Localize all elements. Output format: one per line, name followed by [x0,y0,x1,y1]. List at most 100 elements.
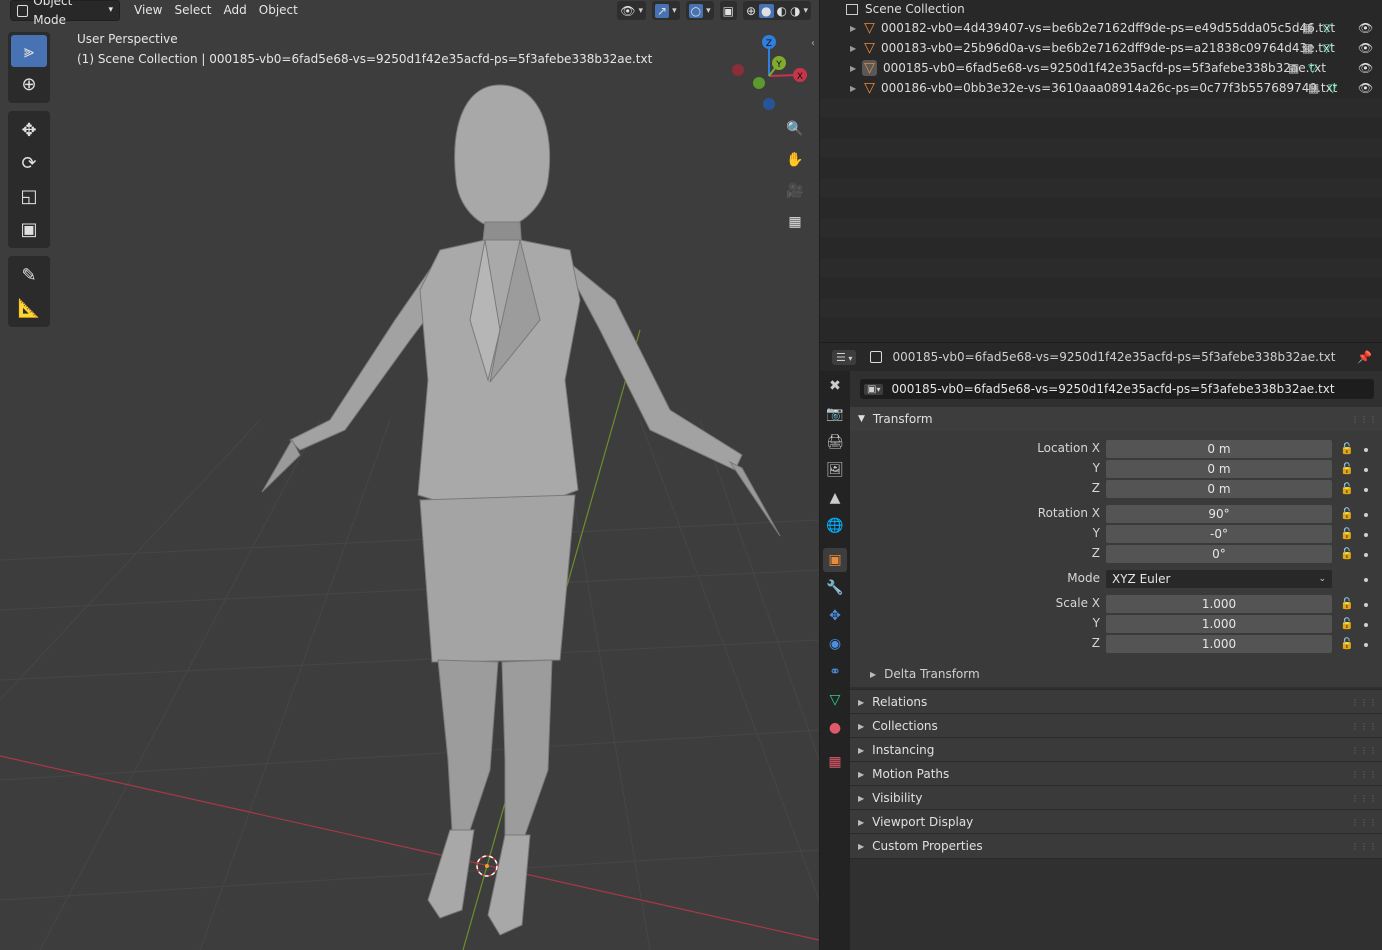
tab-particles[interactable]: ✥ [823,604,847,628]
modifier-icon[interactable]: ▦ [1308,81,1319,95]
zoom-button[interactable]: 🔍 [782,116,808,142]
keyframe-dot[interactable] [1364,488,1368,492]
measure-tool[interactable]: 📐 [11,292,47,324]
tab-tool[interactable]: ✖ [823,374,847,398]
object-data-dropdown[interactable]: ▣▾ [864,383,884,395]
location-z-field[interactable]: 0 m [1106,480,1332,498]
3d-viewport[interactable]: Z X Y Object Mode ▾ View Select Add Obje… [0,0,819,950]
rotation-x-field[interactable]: 90° [1106,505,1332,523]
lock-icon[interactable]: 🔓 [1340,507,1354,520]
tab-view-layer[interactable]: 🖼 [823,458,847,482]
solid-shading-icon[interactable]: ● [759,3,774,18]
drag-handle-icon[interactable]: ⋮⋮⋮ [1351,698,1378,707]
lock-icon[interactable]: 🔓 [1340,637,1354,650]
editor-type-dropdown[interactable]: ☰ ▾ [832,349,857,365]
tab-world[interactable]: 🌐 [823,514,847,538]
rotation-z-field[interactable]: 0° [1106,545,1332,563]
tab-physics[interactable]: ◉ [823,632,847,656]
outliner-item[interactable]: ▶ ▽ 000182-vb0=4d439407-vs=be6b2e7162dff… [820,18,1382,38]
mode-dropdown[interactable]: Object Mode ▾ [10,0,120,27]
rotation-mode-dropdown[interactable]: XYZ Euler ⌄ [1106,570,1332,588]
shading-modes[interactable]: ⊕ ● ◐ ◑ ▾ [742,1,811,20]
camera-view-button[interactable]: 🎥 [782,178,808,204]
mesh-data-icon[interactable]: ▽ [1328,81,1337,95]
lock-icon[interactable]: 🔓 [1340,482,1354,495]
eye-icon[interactable]: 👁 [1358,21,1373,35]
tab-render[interactable]: 📷 [823,402,847,426]
drag-handle-icon[interactable]: ⋮⋮⋮ [1351,770,1378,779]
outliner-item[interactable]: ▶ ▽ 000186-vb0=0bb3e32e-vs=3610aaa08914a… [820,78,1382,98]
outliner[interactable]: Scene Collection ▶ ▽ 000182-vb0=4d439407… [820,0,1382,342]
keyframe-dot[interactable] [1364,448,1368,452]
scale-x-field[interactable]: 1.000 [1106,595,1332,613]
panel-collections[interactable]: ▶ Collections ⋮⋮⋮ [850,713,1382,738]
wireframe-shading-icon[interactable]: ⊕ [746,4,756,18]
keyframe-dot[interactable] [1364,468,1368,472]
expand-arrow-icon[interactable]: ▶ [850,64,856,73]
tab-output[interactable]: 🖨 [823,430,847,454]
panel-custom-properties[interactable]: ▶ Custom Properties ⋮⋮⋮ [850,833,1382,859]
transform-tool[interactable]: ▣ [11,213,47,245]
menu-object[interactable]: Object [253,1,304,20]
object-name-field[interactable]: ▣▾ 000185-vb0=6fad5e68-vs=9250d1f42e35ac… [860,379,1374,399]
panel-instancing[interactable]: ▶ Instancing ⋮⋮⋮ [850,737,1382,762]
pin-icon[interactable]: 📌 [1357,350,1372,364]
mesh-data-icon[interactable]: ▽ [1308,61,1317,75]
keyframe-dot[interactable] [1364,643,1368,647]
lock-icon[interactable]: 🔓 [1340,442,1354,455]
lock-icon[interactable]: 🔓 [1340,617,1354,630]
scale-y-field[interactable]: 1.000 [1106,615,1332,633]
keyframe-dot[interactable] [1364,578,1368,582]
delta-transform-subpanel[interactable]: ▶ Delta Transform [870,667,980,681]
keyframe-dot[interactable] [1364,603,1368,607]
tab-texture[interactable]: ▦ [823,750,847,774]
eye-icon[interactable]: 👁 [1358,41,1373,55]
rendered-shading-icon[interactable]: ◑ [790,4,800,18]
keyframe-dot[interactable] [1364,533,1368,537]
pan-button[interactable]: ✋ [782,147,808,173]
expand-arrow-icon[interactable]: ▶ [850,24,856,33]
menu-add[interactable]: Add [218,1,253,20]
location-x-field[interactable]: 0 m [1106,440,1332,458]
tab-material[interactable]: ● [823,716,847,740]
lock-icon[interactable]: 🔓 [1340,527,1354,540]
select-box-tool[interactable]: ⫸ [11,35,47,67]
outliner-root[interactable]: Scene Collection [820,0,1382,19]
ortho-toggle-button[interactable]: ▦ [782,209,808,235]
xray-toggle[interactable]: ▣ [719,1,737,20]
drag-handle-icon[interactable]: ⋮⋮⋮ [1351,722,1378,731]
keyframe-dot[interactable] [1364,553,1368,557]
panel-visibility[interactable]: ▶ Visibility ⋮⋮⋮ [850,785,1382,810]
lock-icon[interactable]: 🔓 [1340,547,1354,560]
scale-z-field[interactable]: 1.000 [1106,635,1332,653]
mesh-data-icon[interactable]: ▽ [1322,21,1331,35]
modifier-icon[interactable]: ▦ [1302,41,1313,55]
modifier-icon[interactable]: ▦ [1302,21,1313,35]
tab-object[interactable]: ▣ [823,548,847,572]
tab-scene[interactable]: ▲ [823,486,847,510]
outliner-item[interactable]: ▶ ▽ 000183-vb0=25b96d0a-vs=be6b2e7162dff… [820,38,1382,58]
material-shading-icon[interactable]: ◐ [777,4,787,18]
rotate-tool[interactable]: ⟳ [11,147,47,179]
mesh-data-icon[interactable]: ▽ [1322,41,1331,55]
expand-arrow-icon[interactable]: ▶ [850,44,856,53]
drag-handle-icon[interactable]: ⋮⋮⋮ [1351,794,1378,803]
panel-viewport-display[interactable]: ▶ Viewport Display ⋮⋮⋮ [850,809,1382,834]
chevron-down-icon[interactable]: ▾ [803,6,808,16]
annotate-tool[interactable]: ✎ [11,259,47,291]
location-y-field[interactable]: 0 m [1106,460,1332,478]
drag-handle-icon[interactable]: ⋮⋮⋮ [1351,818,1378,827]
modifier-icon[interactable]: ▦ [1288,61,1299,75]
expand-arrow-icon[interactable]: ▶ [850,84,856,93]
transform-panel-header[interactable]: ▼ Transform ⋮⋮⋮ [850,407,1382,431]
tab-constraints[interactable]: ⚭ [823,660,847,684]
cursor-tool[interactable]: ⊕ [11,68,47,100]
lock-icon[interactable]: 🔓 [1340,597,1354,610]
menu-view[interactable]: View [128,1,168,20]
visibility-selectability-dropdown[interactable]: 👁 ▾ [617,1,646,20]
rotation-y-field[interactable]: -0° [1106,525,1332,543]
eye-icon[interactable]: 👁 [1358,81,1373,95]
tab-modifiers[interactable]: 🔧 [823,576,847,600]
eye-icon[interactable]: 👁 [1358,61,1373,75]
drag-handle-icon[interactable]: ⋮⋮⋮ [1351,415,1378,424]
